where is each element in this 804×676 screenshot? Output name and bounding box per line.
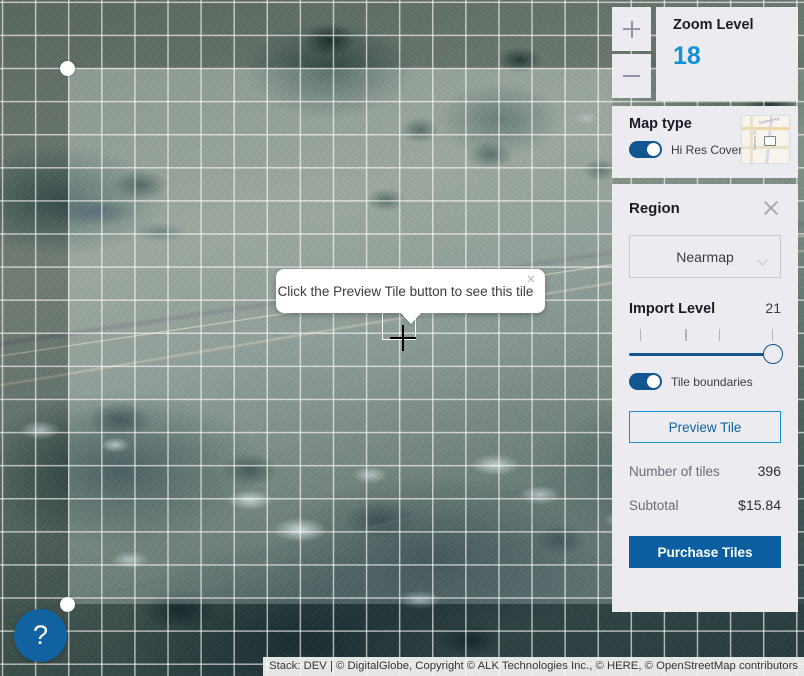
- zoom-level-label: Zoom Level: [673, 17, 754, 33]
- subtotal-value: $15.84: [738, 497, 781, 513]
- zoom-level-value: 18: [673, 42, 701, 70]
- help-button[interactable]: ?: [14, 609, 67, 662]
- region-header: Region: [629, 198, 781, 218]
- region-source-select[interactable]: Nearmap: [629, 235, 781, 278]
- slider-ticks: [629, 329, 781, 341]
- preview-tile-tooltip: Click the Preview Tile button to see thi…: [276, 269, 545, 324]
- tooltip-message: Click the Preview Tile button to see thi…: [277, 283, 534, 299]
- region-source-value: Nearmap: [676, 248, 734, 265]
- tile-boundaries-toggle[interactable]: [629, 373, 662, 390]
- route-shield-icon: [764, 136, 776, 146]
- slider-tick: [639, 329, 642, 341]
- preview-tile-button[interactable]: Preview Tile: [629, 411, 781, 443]
- tile-boundaries-label: Tile boundaries: [671, 374, 753, 389]
- import-level-value: 21: [765, 300, 781, 316]
- import-level-slider[interactable]: [629, 329, 783, 367]
- crosshair-cursor-icon: [390, 325, 416, 351]
- outside-region-overlay-left: [0, 68, 68, 604]
- zoom-panel: Zoom Level 18: [612, 7, 798, 101]
- subtotal-label: Subtotal: [629, 498, 679, 513]
- subtotal-row: Subtotal $15.84: [629, 497, 781, 513]
- map-attribution: Stack: DEV | © DigitalGlobe, Copyright ©…: [263, 657, 804, 676]
- minus-icon: [623, 68, 640, 85]
- slider-thumb[interactable]: [763, 344, 783, 364]
- slider-tick: [718, 329, 721, 341]
- number-of-tiles-row: Number of tiles 396: [629, 463, 781, 479]
- region-title: Region: [629, 199, 680, 217]
- close-icon[interactable]: ×: [522, 271, 540, 289]
- chevron-down-icon: [756, 253, 769, 267]
- import-level-row: Import Level 21: [629, 300, 781, 317]
- slider-tick: [685, 329, 687, 341]
- region-selection-area[interactable]: [68, 68, 613, 604]
- import-level-label: Import Level: [629, 301, 716, 317]
- region-handle-top-left[interactable]: [60, 61, 75, 76]
- thumbnail-street-label-2: Hobson St: [751, 131, 757, 150]
- hi-res-coverage-toggle[interactable]: [629, 141, 662, 158]
- map-thumbnail-icon[interactable]: Eastern Rd Hobson St: [741, 115, 790, 164]
- close-icon[interactable]: [761, 198, 781, 218]
- number-of-tiles-label: Number of tiles: [629, 464, 720, 479]
- tooltip-arrow-icon: [399, 312, 422, 324]
- zoom-in-button[interactable]: [612, 7, 651, 51]
- slider-track[interactable]: [629, 353, 781, 356]
- zoom-level-card: Zoom Level 18: [656, 7, 798, 101]
- plus-icon: [623, 20, 640, 38]
- map-type-panel: Map type Hi Res Coverage Eastern Rd Hobs…: [612, 106, 798, 178]
- purchase-tiles-button[interactable]: Purchase Tiles: [629, 536, 781, 568]
- region-panel: Region Nearmap Import Level 21 Tile boun…: [612, 184, 798, 612]
- thumbnail-street-label-1: Eastern Rd: [758, 115, 780, 126]
- region-handle-bottom-left[interactable]: [60, 597, 75, 612]
- tile-boundaries-row: Tile boundaries: [629, 373, 781, 390]
- zoom-out-button[interactable]: [612, 54, 651, 98]
- number-of-tiles-value: 396: [757, 463, 781, 479]
- slider-tick: [771, 329, 774, 341]
